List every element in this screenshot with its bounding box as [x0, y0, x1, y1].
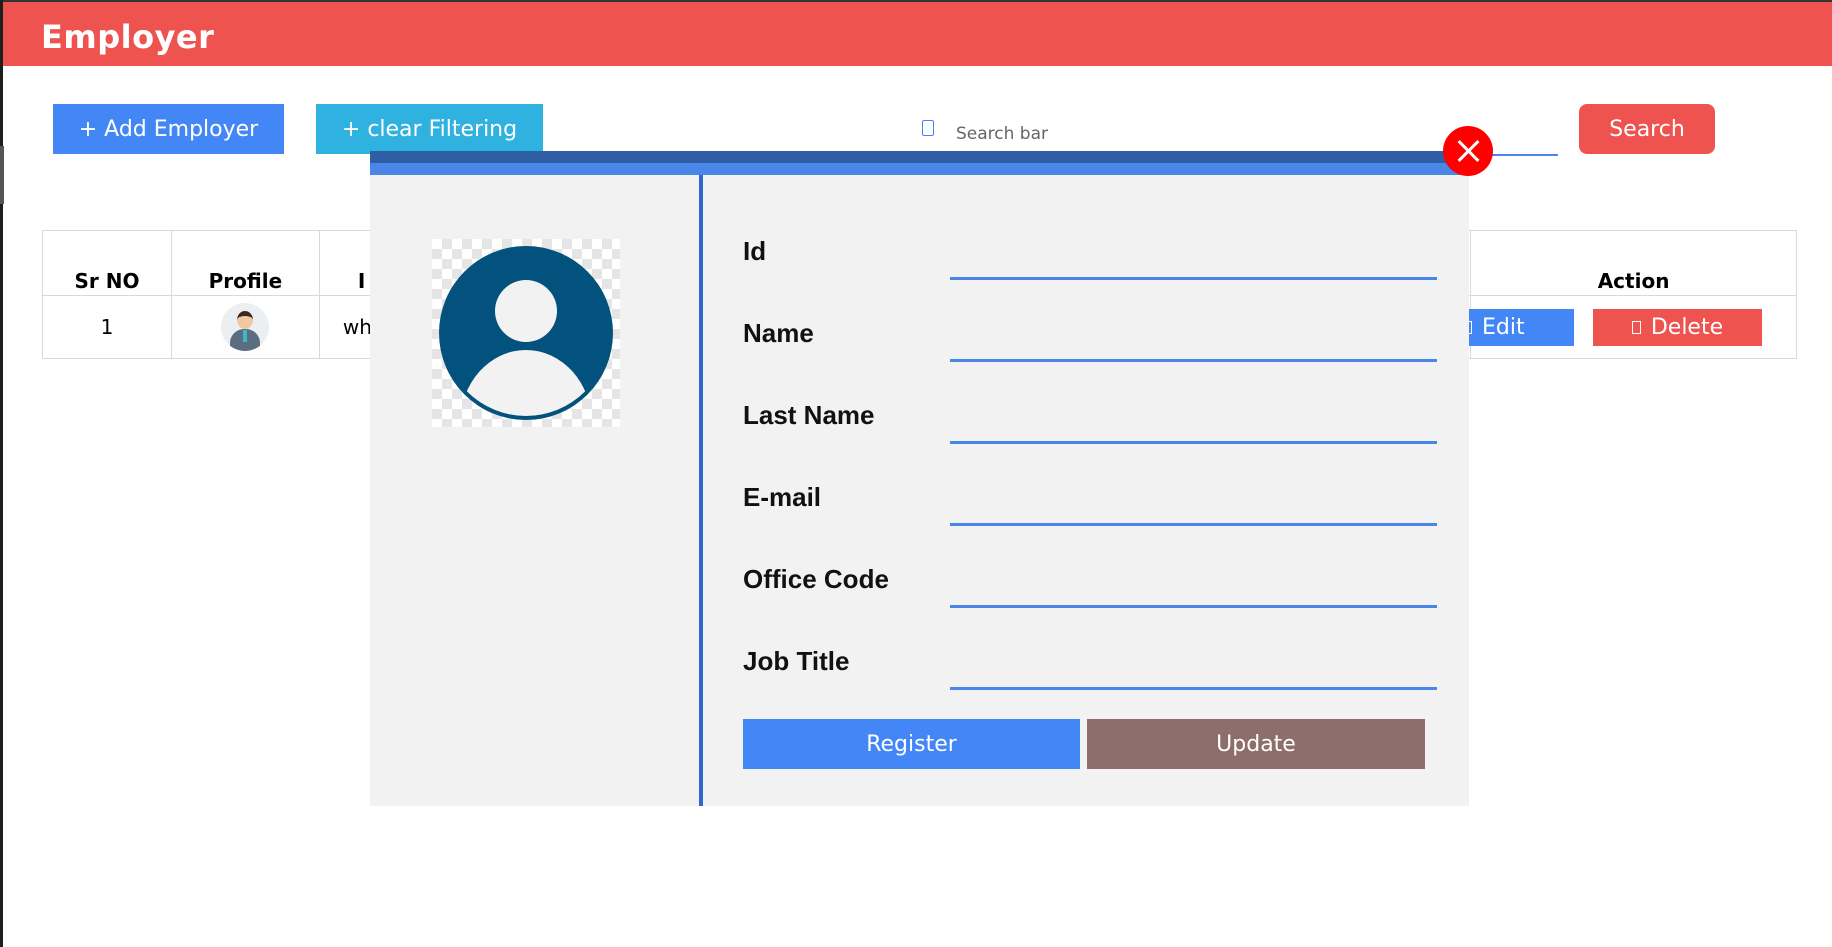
employee-avatar: [221, 303, 270, 351]
id-label: Id: [743, 236, 767, 266]
employer-form-modal: Id Name Last Name E-mail Office Code Job…: [370, 151, 1469, 806]
search-icon: [922, 120, 934, 136]
search-input[interactable]: [954, 118, 1518, 150]
user-avatar-icon[interactable]: [432, 239, 620, 427]
job-title-field[interactable]: [950, 651, 1437, 690]
email-field[interactable]: [950, 487, 1437, 526]
clear-filtering-button[interactable]: + clear Filtering: [316, 104, 543, 154]
name-label: Name: [743, 318, 814, 348]
update-button[interactable]: Update: [1087, 719, 1425, 769]
last-name-label: Last Name: [743, 400, 875, 430]
page-title: Employer: [41, 18, 215, 56]
delete-label: Delete: [1650, 315, 1724, 340]
close-icon: [1456, 139, 1480, 163]
edit-button[interactable]: Edit: [1453, 309, 1574, 346]
last-name-field[interactable]: [950, 405, 1437, 444]
delete-icon: [1631, 321, 1641, 334]
name-field[interactable]: [950, 323, 1437, 362]
job-title-label: Job Title: [743, 646, 850, 676]
cell-sr-no: 1: [42, 295, 172, 359]
modal-divider: [699, 175, 703, 806]
delete-button[interactable]: Delete: [1593, 309, 1762, 346]
add-employer-button[interactable]: + Add Employer: [53, 104, 284, 154]
modal-close-button[interactable]: [1443, 126, 1493, 176]
app-header: Employer: [3, 0, 1832, 66]
office-code-label: Office Code: [743, 564, 889, 594]
header-action: Action: [1470, 230, 1797, 296]
header-profile: Profile: [170, 230, 320, 296]
register-button[interactable]: Register: [743, 719, 1080, 769]
id-field[interactable]: [950, 241, 1437, 280]
modal-header-bar: [370, 151, 1469, 163]
modal-header-accent: [370, 163, 1469, 175]
window-left-edge: [0, 0, 3, 947]
cell-profile: [170, 295, 320, 359]
window-left-edge-notch: [0, 146, 4, 204]
search-button[interactable]: Search: [1579, 104, 1715, 154]
header-sr-no: Sr NO: [42, 230, 172, 296]
office-code-field[interactable]: [950, 569, 1437, 608]
edit-label: Edit: [1482, 315, 1525, 340]
email-label: E-mail: [743, 482, 822, 512]
